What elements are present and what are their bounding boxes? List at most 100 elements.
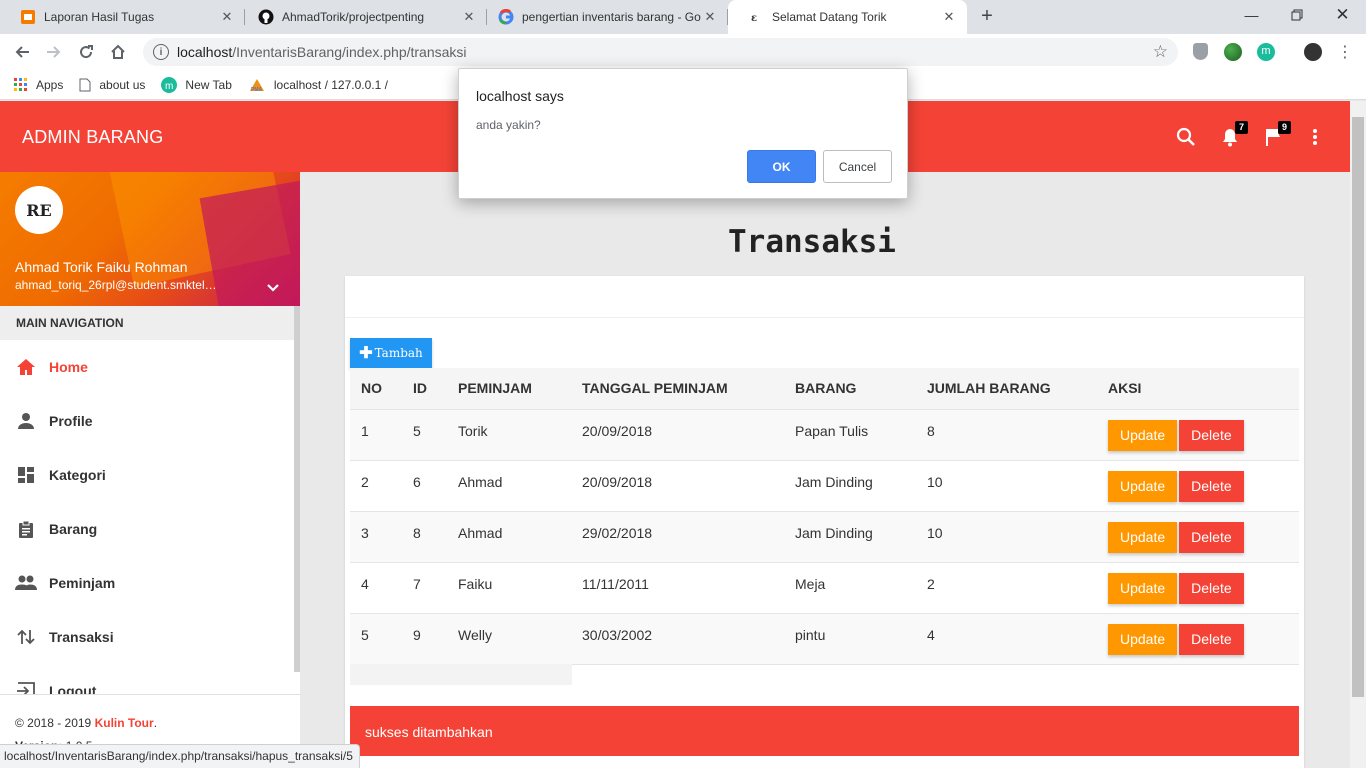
home-page-icon[interactable] — [106, 40, 130, 64]
sidebar-menu: Home Profile Kategori Barang Peminjam Tr… — [0, 340, 294, 694]
update-button[interactable]: Update — [1108, 419, 1178, 451]
cell-peminjam: Welly — [447, 613, 571, 665]
browser-tab[interactable]: AhmadTorik/projectpenting ✕ — [238, 0, 487, 34]
delete-button[interactable]: Delete — [1179, 521, 1244, 553]
bookmark-new-tab[interactable]: m New Tab — [161, 76, 232, 93]
person-icon — [15, 410, 37, 432]
restore-icon[interactable] — [1274, 0, 1319, 30]
main-content: Transaksi ✚ Tambah NO ID PEMINJAM TANGGAL… — [300, 172, 1350, 768]
m-extension-icon[interactable]: m — [1257, 43, 1275, 61]
new-tab-button[interactable]: + — [978, 5, 996, 27]
table-horizontal-scrollbar[interactable] — [350, 664, 572, 685]
delete-button[interactable]: Delete — [1179, 623, 1244, 655]
sidebar-item-transaksi[interactable]: Transaksi — [0, 610, 294, 664]
ok-button[interactable]: OK — [747, 150, 816, 183]
add-button-label: Tambah — [374, 346, 423, 360]
people-icon — [15, 572, 37, 594]
app-brand[interactable]: ADMIN BARANG — [22, 127, 163, 148]
reload-icon[interactable] — [74, 40, 98, 64]
column-header: NO — [350, 368, 402, 410]
forward-icon[interactable] — [42, 40, 66, 64]
scrollbar-thumb[interactable] — [1352, 117, 1364, 697]
swap-icon — [15, 626, 37, 648]
browser-menu-icon[interactable]: ⋮ — [1333, 40, 1357, 64]
notifications-bell-icon[interactable]: 7 — [1218, 121, 1248, 149]
cell-jumlah: 10 — [916, 511, 1097, 563]
sidebar-item-kategori[interactable]: Kategori — [0, 448, 294, 502]
bookmark-label: New Tab — [185, 77, 232, 92]
cancel-button[interactable]: Cancel — [823, 150, 892, 183]
m-circle-icon: m — [161, 76, 178, 93]
back-icon[interactable] — [10, 40, 34, 64]
search-icon[interactable] — [1174, 125, 1198, 149]
add-transaction-button[interactable]: ✚ Tambah — [350, 338, 432, 368]
table-row: 3 8 Ahmad 29/02/2018 Jam Dinding 10 Upda… — [350, 511, 1299, 563]
kulin-tour-link[interactable]: Kulin Tour — [95, 716, 154, 730]
cell-jumlah: 2 — [916, 562, 1097, 614]
flag-icon[interactable]: 9 — [1261, 121, 1291, 149]
cell-aksi: Update Delete — [1097, 409, 1299, 461]
cell-aksi: Update Delete — [1097, 613, 1299, 665]
close-icon[interactable]: ✕ — [702, 9, 718, 25]
update-button[interactable]: Update — [1108, 572, 1178, 604]
cell-barang: Jam Dinding — [784, 511, 916, 563]
cell-peminjam: Faiku — [447, 562, 571, 614]
cell-no: 2 — [350, 460, 402, 512]
avatar[interactable]: RE — [15, 186, 63, 234]
minimize-icon[interactable]: — — [1229, 0, 1274, 30]
address-bar[interactable]: i localhost/InventarisBarang/index.php/t… — [143, 38, 1178, 66]
chevron-down-icon[interactable] — [266, 281, 280, 296]
profile-avatar-icon[interactable] — [1304, 43, 1322, 61]
sidebar-item-logout[interactable]: Logout — [0, 664, 294, 694]
svg-text:ε: ε — [751, 13, 757, 24]
delete-button[interactable]: Delete — [1179, 419, 1244, 451]
shield-icon[interactable] — [1193, 43, 1208, 60]
bookmark-star-icon[interactable]: ☆ — [1153, 42, 1168, 62]
bookmark-phpmyadmin[interactable]: PMA localhost / 127.0.0.1 / — [248, 78, 388, 92]
bookmark-about-us[interactable]: about us — [79, 78, 145, 92]
close-icon[interactable]: ✕ — [219, 9, 235, 25]
dashboard-icon — [15, 464, 37, 486]
google-icon — [498, 9, 514, 25]
browser-tab[interactable]: pengertian inventaris barang - Go ✕ — [478, 0, 728, 34]
cell-barang: Jam Dinding — [784, 460, 916, 512]
sidebar-item-home[interactable]: Home — [0, 340, 294, 394]
copyright-text: © 2018 - 2019 — [15, 716, 92, 730]
table-row: 4 7 Faiku 11/11/2011 Meja 2 Update Delete — [350, 562, 1299, 614]
bookmark-apps[interactable]: Apps — [14, 77, 63, 92]
cell-tanggal: 20/09/2018 — [571, 409, 784, 461]
globe-extension-icon[interactable] — [1224, 43, 1242, 61]
user-name: Ahmad Torik Faiku Rohman — [15, 259, 188, 275]
page-icon — [79, 78, 91, 92]
cell-id: 5 — [402, 409, 447, 461]
nav-heading: MAIN NAVIGATION — [0, 306, 296, 340]
home-icon — [15, 356, 37, 378]
cell-peminjam: Ahmad — [447, 460, 571, 512]
table-row: 2 6 Ahmad 20/09/2018 Jam Dinding 10 Upda… — [350, 460, 1299, 512]
sidebar-item-profile[interactable]: Profile — [0, 394, 294, 448]
delete-button[interactable]: Delete — [1179, 470, 1244, 502]
sidebar-item-barang[interactable]: Barang — [0, 502, 294, 556]
more-vert-icon[interactable] — [1303, 125, 1327, 149]
info-icon[interactable]: i — [153, 44, 169, 60]
delete-button[interactable]: Delete — [1179, 572, 1244, 604]
browser-tab-active[interactable]: ε Selamat Datang Torik ✕ — [728, 0, 967, 34]
close-icon[interactable]: ✕ — [461, 9, 477, 25]
page-scrollbar[interactable] — [1350, 101, 1366, 768]
dialog-message: anda yakin? — [476, 118, 541, 132]
window-close-icon[interactable]: ✕ — [1320, 0, 1365, 30]
update-button[interactable]: Update — [1108, 623, 1178, 655]
close-icon[interactable]: ✕ — [941, 9, 957, 25]
update-button[interactable]: Update — [1108, 470, 1178, 502]
browser-tab[interactable]: Laporan Hasil Tugas ✕ — [0, 0, 245, 34]
table-header-row: NO ID PEMINJAM TANGGAL PEMINJAM BARANG J… — [350, 368, 1299, 410]
cell-no: 1 — [350, 409, 402, 461]
sidebar-item-peminjam[interactable]: Peminjam — [0, 556, 294, 610]
cell-jumlah: 4 — [916, 613, 1097, 665]
page-title: Transaksi — [728, 224, 896, 260]
success-alert: sukses ditambahkan — [350, 706, 1299, 756]
github-icon — [258, 9, 274, 25]
update-button[interactable]: Update — [1108, 521, 1178, 553]
cell-jumlah: 8 — [916, 409, 1097, 461]
sidebar-item-label: Barang — [49, 521, 98, 537]
